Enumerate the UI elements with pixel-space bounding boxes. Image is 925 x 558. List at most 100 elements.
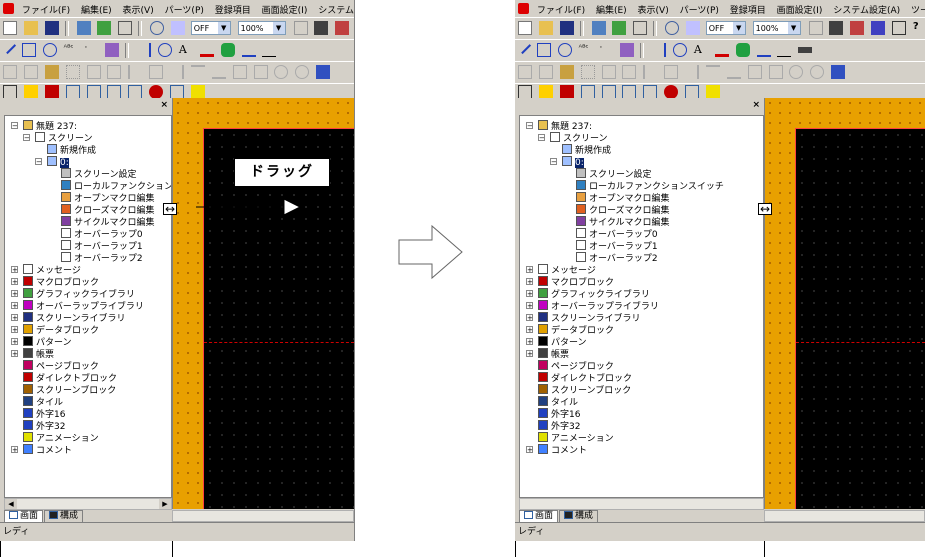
simulator-icon[interactable] [685,21,700,35]
tree-item[interactable]: スクリーンライブラリ [538,312,641,324]
tree-item[interactable]: データブロック [23,324,99,336]
forward-arrow-icon[interactable] [871,21,886,35]
paste-icon[interactable] [559,65,574,79]
menu-parts[interactable]: パーツ(P) [680,3,719,16]
distribute-icon[interactable] [232,65,247,79]
image-icon[interactable] [170,85,184,99]
image-icon[interactable] [685,85,699,99]
dot-icon[interactable]: · [600,43,614,57]
pointer-icon[interactable] [768,65,783,79]
circle-icon[interactable] [42,43,57,57]
scroll-right-icon[interactable]: ▶ [159,499,171,509]
block-icon[interactable] [643,85,658,99]
menu-screen-settings[interactable]: 画面設定(I) [777,3,823,16]
tree-node-0[interactable]: 0: [47,156,69,168]
new-file-icon[interactable] [518,21,532,35]
tree-item[interactable]: ページブロック [23,360,99,372]
menu-file[interactable]: ファイル(F) [22,3,70,16]
arrow-style-icon[interactable] [756,43,771,57]
tree-child[interactable]: オーバーラップ2 [61,252,143,264]
num16-icon[interactable] [65,85,80,99]
circle-icon[interactable] [557,43,572,57]
menu-registered[interactable]: 登録項目 [215,3,251,16]
tree-item[interactable]: グラフィックライブラリ [538,288,650,300]
print-icon[interactable] [118,21,133,35]
align-bottom-icon[interactable] [211,65,226,79]
tree-item[interactable]: タイル [23,396,63,408]
expand-toggle-icon[interactable]: + [526,338,533,346]
alarm-icon[interactable] [190,85,205,99]
line-style-icon[interactable] [777,43,792,57]
tree-child[interactable]: オーバーラップ0 [576,228,658,240]
data-icon[interactable] [622,85,637,99]
parts-icon[interactable] [158,43,172,57]
expand-toggle-icon[interactable]: + [11,446,18,454]
pointer-icon[interactable] [253,65,268,79]
tree-child[interactable]: クローズマクロ編集 [61,204,155,216]
off-toggle[interactable]: OFF ▼ [190,21,231,35]
menu-system-settings[interactable]: システム設定(A) [318,3,354,16]
tree-item[interactable]: 外字32 [23,420,65,432]
alarm-icon[interactable] [705,85,720,99]
menu-file[interactable]: ファイル(F) [537,3,585,16]
select-icon[interactable] [316,65,331,79]
canvas-hscrollbar[interactable] [172,510,354,522]
tree-item[interactable]: オーバーラップライブラリ [23,300,144,312]
menu-registered[interactable]: 登録項目 [730,3,766,16]
tree-child[interactable]: オーバーラップ2 [576,252,658,264]
line-style-icon[interactable] [262,43,277,57]
paint-icon[interactable] [105,43,120,57]
expand-toggle-icon[interactable]: + [11,314,18,322]
record-icon[interactable] [149,85,164,99]
tree-item[interactable]: コメント [538,444,587,456]
transfer-icon[interactable] [76,21,91,35]
record-icon[interactable] [664,85,679,99]
zoom-select[interactable]: 100% ▼ [237,21,286,35]
expand-toggle-icon[interactable]: − [35,158,42,166]
tree-item[interactable]: 外字32 [538,420,580,432]
new-file-icon[interactable] [3,21,17,35]
tree-new[interactable]: 新規作成 [562,144,611,156]
tree-item[interactable]: オーバーラップライブラリ [538,300,659,312]
expand-toggle-icon[interactable]: − [550,158,557,166]
block-icon[interactable] [128,85,143,99]
num16-icon[interactable] [580,85,595,99]
expand-toggle-icon[interactable]: + [11,350,18,358]
tree-child[interactable]: ローカルファンクションスイッチ [576,180,724,192]
tree-root[interactable]: 無題 237: [23,120,77,132]
tool-icon[interactable] [293,21,308,35]
close-icon[interactable]: × [752,100,760,110]
align-bottom-icon[interactable] [726,65,741,79]
fill-color-icon[interactable] [220,43,235,57]
tree-root[interactable]: 無題 237: [538,120,592,132]
library-icon[interactable] [559,85,574,99]
bracket-icon[interactable] [652,43,667,57]
tree-item[interactable]: タイル [538,396,578,408]
expand-toggle-icon[interactable]: + [11,266,18,274]
tree-item[interactable]: グラフィックライブラリ [23,288,135,300]
scroll-left-icon[interactable]: ◀ [5,499,17,509]
tree-child[interactable]: ローカルファンクションスイッチ [61,180,171,192]
expand-toggle-icon[interactable]: + [11,278,18,286]
tree-item[interactable]: 帳票 [538,348,569,360]
tree-screen[interactable]: スクリーン [35,132,93,144]
expand-toggle-icon[interactable]: + [526,446,533,454]
expand-toggle-icon[interactable]: + [526,350,533,358]
menu-parts[interactable]: パーツ(P) [165,3,204,16]
ungroup-icon[interactable] [107,65,122,79]
help-icon[interactable]: ? [913,21,925,35]
tree-item[interactable]: コメント [23,444,72,456]
tree-child[interactable]: オープンマクロ編集 [61,192,154,204]
canvas-hscrollbar[interactable] [764,510,925,522]
expand-toggle-icon[interactable]: − [538,134,545,142]
align-right-icon[interactable] [170,65,184,79]
line-icon[interactable] [1,39,17,55]
abc-icon[interactable] [601,85,616,99]
align-top-icon[interactable] [705,65,720,79]
expand-toggle-icon[interactable]: + [11,290,18,298]
tree-child[interactable]: サイクルマクロ編集 [61,216,155,228]
tree-item[interactable]: パターン [23,336,72,348]
tree-item[interactable]: 外字16 [538,408,580,420]
expand-toggle-icon[interactable]: + [526,314,533,322]
copy-icon[interactable] [23,65,38,79]
